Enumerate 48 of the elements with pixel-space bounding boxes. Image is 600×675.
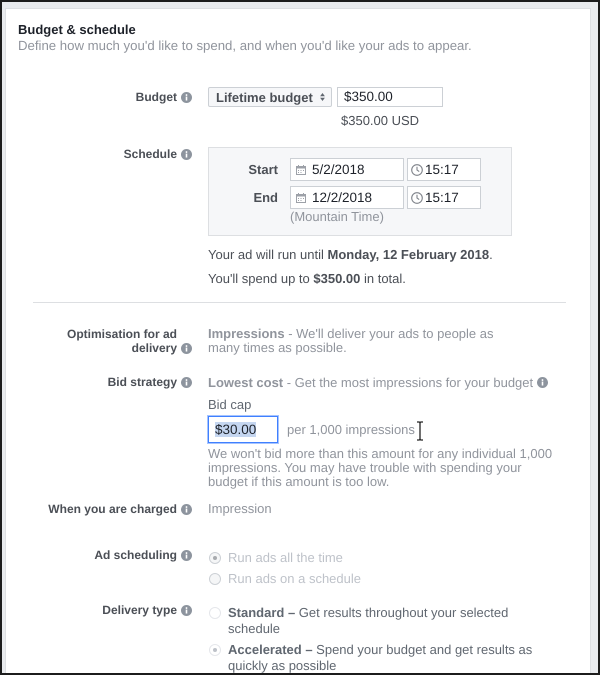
time-field[interactable]: 15:17	[407, 158, 481, 181]
radio-label: Run ads all the time	[228, 550, 343, 566]
sort-caret-icon	[320, 93, 325, 101]
date-label: End	[252, 190, 279, 205]
bid-cap-help: We won't bid more than this amount for any individual 1,000 impressions. You may have trouble with spending your budget if this amount is too low.	[208, 447, 554, 489]
info-icon[interactable]	[181, 376, 192, 388]
bid-cap-unit: per 1,000 impressions	[287, 421, 415, 439]
info-icon[interactable]	[537, 377, 548, 388]
info-icon[interactable]	[181, 504, 192, 514]
info-icon[interactable]	[181, 550, 192, 560]
time-field[interactable]: 15:17	[407, 186, 481, 209]
section-title: Budget & schedule	[18, 22, 137, 38]
radio-label: Accelerated – Spend your budget and get results as quickly as possible	[228, 642, 534, 673]
bid-strategy-description: Lowest cost - Get the most impressions for your budget	[208, 375, 534, 390]
timezone-note: (Mountain Time)	[290, 210, 385, 224]
setting-description: Impression	[208, 502, 273, 516]
date-label: Start	[247, 162, 279, 177]
bid-cap-field[interactable]: $30.00	[208, 416, 278, 443]
info-icon[interactable]	[181, 92, 192, 102]
setting-description: Impressions - We'll deliver your ads to people as many times as possible.	[208, 327, 494, 355]
schedule-summary: You'll spend up to $350.00 in total.	[208, 271, 407, 287]
field-label: Bid strategy	[108, 375, 177, 389]
radio-label: Standard – Get results throughout your selected schedule	[228, 605, 510, 637]
schedule-summary: Your ad will run until Monday, 12 February 2018.	[208, 247, 494, 263]
budget-amount-field[interactable]: $350.00	[337, 87, 443, 107]
clock-icon	[411, 164, 423, 176]
budget-type-select[interactable]: Lifetime budget	[208, 87, 332, 107]
field-label: Ad scheduling	[94, 548, 177, 562]
date-field[interactable]: 5/2/2018	[290, 158, 404, 181]
radio-button[interactable]	[209, 644, 221, 656]
date-field[interactable]: 12/2/2018	[290, 186, 404, 209]
field-label: Optimisation for ad delivery	[66, 327, 177, 355]
section-description: Define how much you'd like to spend, and when you'd like your ads to appear.	[18, 38, 473, 54]
info-icon[interactable]	[181, 342, 192, 354]
calendar-icon	[296, 164, 306, 174]
radio-button[interactable]	[209, 607, 221, 619]
currency-note: $350.00 USD	[340, 113, 420, 129]
info-icon[interactable]	[181, 148, 192, 160]
field-label: Delivery type	[102, 603, 177, 617]
text-cursor-icon	[416, 421, 424, 441]
bid-cap-label: Bid cap	[208, 398, 252, 412]
info-icon[interactable]	[181, 604, 192, 616]
field-label: Budget	[136, 90, 177, 104]
calendar-icon	[296, 192, 306, 202]
clock-icon	[411, 192, 423, 204]
field-label: Schedule	[124, 147, 177, 161]
radio-label: Run ads on a schedule	[228, 571, 361, 587]
field-label: When you are charged	[48, 502, 177, 516]
